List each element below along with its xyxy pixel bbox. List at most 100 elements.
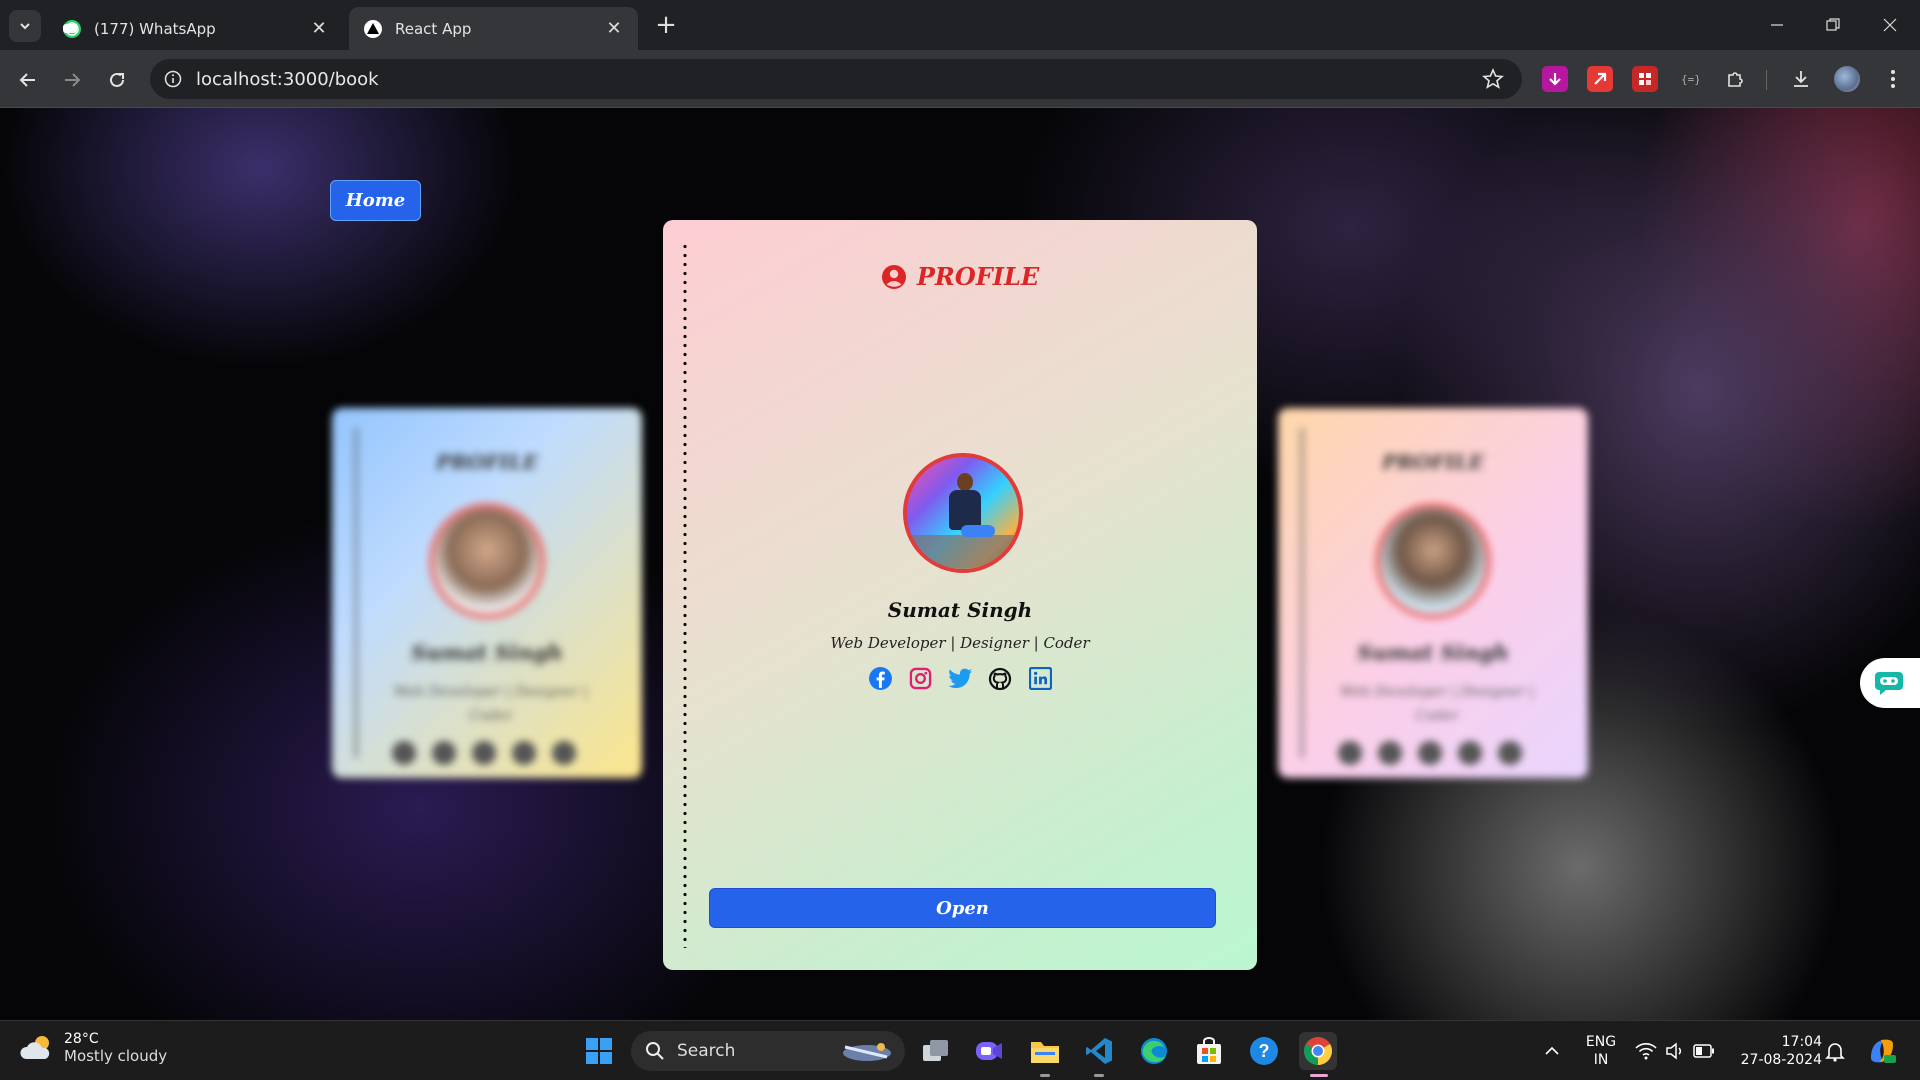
- arrow-up-right-icon: [1594, 72, 1607, 85]
- social-icon: [1418, 741, 1442, 765]
- profile-card-left[interactable]: PROFILE Sumat Singh Web Developer | Desi…: [332, 408, 642, 778]
- instagram-icon: [909, 667, 931, 690]
- avatar-photo-person-body: [949, 490, 981, 530]
- new-tab-button[interactable]: +: [652, 12, 680, 40]
- language-indicator[interactable]: ENG IN: [1582, 1033, 1620, 1069]
- user-circle-icon: [881, 264, 906, 289]
- bell-icon: [1825, 1043, 1845, 1062]
- chatbot-icon: [1875, 672, 1903, 695]
- svg-text:?: ?: [1259, 1041, 1270, 1061]
- back-arrow-icon: [19, 73, 35, 87]
- instagram-link[interactable]: [908, 666, 933, 691]
- search-icon: [646, 1042, 664, 1060]
- volume-icon: [1666, 1042, 1682, 1060]
- file-explorer-button[interactable]: [1026, 1032, 1064, 1070]
- back-button[interactable]: [12, 64, 44, 96]
- tab-title: (177) WhatsApp: [94, 19, 216, 38]
- close-icon[interactable]: ✕: [309, 18, 329, 39]
- partly-cloudy-icon: [20, 1036, 50, 1059]
- url-text: localhost:3000/book: [196, 68, 379, 90]
- quick-settings-button[interactable]: [1630, 1032, 1720, 1070]
- store-button[interactable]: [1190, 1032, 1228, 1070]
- taskbar: 28°C Mostly cloudy Search ? ENG IN 17:04…: [0, 1020, 1920, 1080]
- system-clock[interactable]: 17:04 27-08-2024: [1730, 1033, 1822, 1069]
- puzzle-grid-icon: [1639, 73, 1651, 85]
- download-extension-icon[interactable]: [1542, 66, 1568, 92]
- json-extension-icon[interactable]: {=}: [1677, 66, 1703, 92]
- react-app-favicon-icon: [364, 19, 382, 38]
- linkedin-link[interactable]: [1028, 666, 1053, 691]
- store-icon: [1197, 1037, 1221, 1064]
- tab-search-button[interactable]: [9, 10, 41, 42]
- address-bar[interactable]: localhost:3000/book: [150, 59, 1522, 99]
- home-button[interactable]: Home: [330, 180, 421, 221]
- profile-role: Web Developer | Designer | Coder: [830, 634, 1090, 652]
- profile-heading-text: PROFILE: [916, 262, 1040, 291]
- chat-widget-button[interactable]: [1860, 658, 1920, 708]
- card-spine: [354, 428, 358, 758]
- video-call-icon: [976, 1042, 1002, 1060]
- toolbar-divider: [1766, 70, 1767, 90]
- facebook-link[interactable]: [868, 666, 893, 691]
- puzzle-icon: [1728, 72, 1743, 87]
- task-view-button[interactable]: [917, 1032, 955, 1070]
- site-info-icon[interactable]: [164, 70, 182, 88]
- kebab-menu-icon: [1891, 70, 1895, 88]
- task-view-icon: [923, 1040, 948, 1061]
- social-icon: [552, 741, 576, 765]
- close-icon[interactable]: ✕: [604, 18, 624, 39]
- github-link[interactable]: [988, 666, 1013, 691]
- restore-icon: [1826, 18, 1840, 31]
- notifications-button[interactable]: [1815, 1032, 1855, 1070]
- bookmark-star-icon[interactable]: [1482, 68, 1504, 90]
- grid-extension-icon[interactable]: [1632, 66, 1658, 92]
- profile-heading: PROFILE: [663, 262, 1257, 291]
- downloads-button[interactable]: [1788, 66, 1814, 92]
- reload-button[interactable]: [101, 64, 133, 96]
- restore-button[interactable]: [1810, 10, 1856, 40]
- teams-meet-button[interactable]: [970, 1032, 1008, 1070]
- twitter-link[interactable]: [947, 666, 973, 691]
- avatar-photo-ground: [907, 535, 1019, 569]
- card-role: Web Developer | Designer | Coder: [1339, 684, 1535, 724]
- open-button[interactable]: Open: [709, 888, 1216, 928]
- show-hidden-icons-button[interactable]: [1533, 1032, 1571, 1070]
- profile-card-main: PROFILE Sumat Singh Web Developer | Desi…: [663, 220, 1257, 970]
- weather-temp: 28°C: [64, 1031, 99, 1047]
- social-icon: [472, 741, 496, 765]
- facebook-icon: [868, 667, 892, 690]
- card-role: Web Developer | Designer | Coder: [393, 684, 589, 724]
- minimize-icon: [1771, 24, 1783, 26]
- forward-button[interactable]: [56, 64, 88, 96]
- language-bottom: IN: [1593, 1052, 1609, 1068]
- card-heading: PROFILE: [1382, 450, 1484, 474]
- avatar: [1375, 503, 1491, 619]
- tab-react-app[interactable]: React App ✕: [349, 7, 638, 50]
- copilot-button[interactable]: [1862, 1032, 1902, 1070]
- github-icon: [988, 667, 1012, 690]
- weather-widget[interactable]: 28°C Mostly cloudy: [20, 1031, 167, 1065]
- profile-name: Sumat Singh: [887, 598, 1033, 622]
- help-icon: ?: [1250, 1037, 1278, 1065]
- close-icon: [1883, 18, 1897, 32]
- card-dotted-spine: [683, 242, 687, 948]
- card-heading: PROFILE: [436, 450, 538, 474]
- link-extension-icon[interactable]: [1587, 66, 1613, 92]
- help-button[interactable]: ?: [1245, 1032, 1283, 1070]
- extensions-button[interactable]: [1722, 66, 1748, 92]
- start-button[interactable]: [580, 1032, 618, 1070]
- browser-tab-bar: (177) WhatsApp ✕ React App ✕ +: [0, 0, 1920, 50]
- profile-card-right[interactable]: PROFILE Sumat Singh Web Developer | Desi…: [1278, 408, 1588, 778]
- tab-whatsapp[interactable]: (177) WhatsApp ✕: [48, 7, 343, 50]
- tab-title: React App: [395, 19, 472, 38]
- minimize-button[interactable]: [1754, 10, 1800, 40]
- profile-avatar[interactable]: [1834, 66, 1860, 92]
- taskbar-search[interactable]: Search: [631, 1031, 905, 1071]
- social-icons: [392, 741, 576, 765]
- social-icon: [432, 741, 456, 765]
- edge-button[interactable]: [1135, 1032, 1173, 1070]
- vscode-button[interactable]: [1080, 1032, 1118, 1070]
- chrome-button[interactable]: [1299, 1032, 1337, 1070]
- close-window-button[interactable]: [1867, 10, 1913, 40]
- browser-menu-button[interactable]: [1880, 66, 1906, 92]
